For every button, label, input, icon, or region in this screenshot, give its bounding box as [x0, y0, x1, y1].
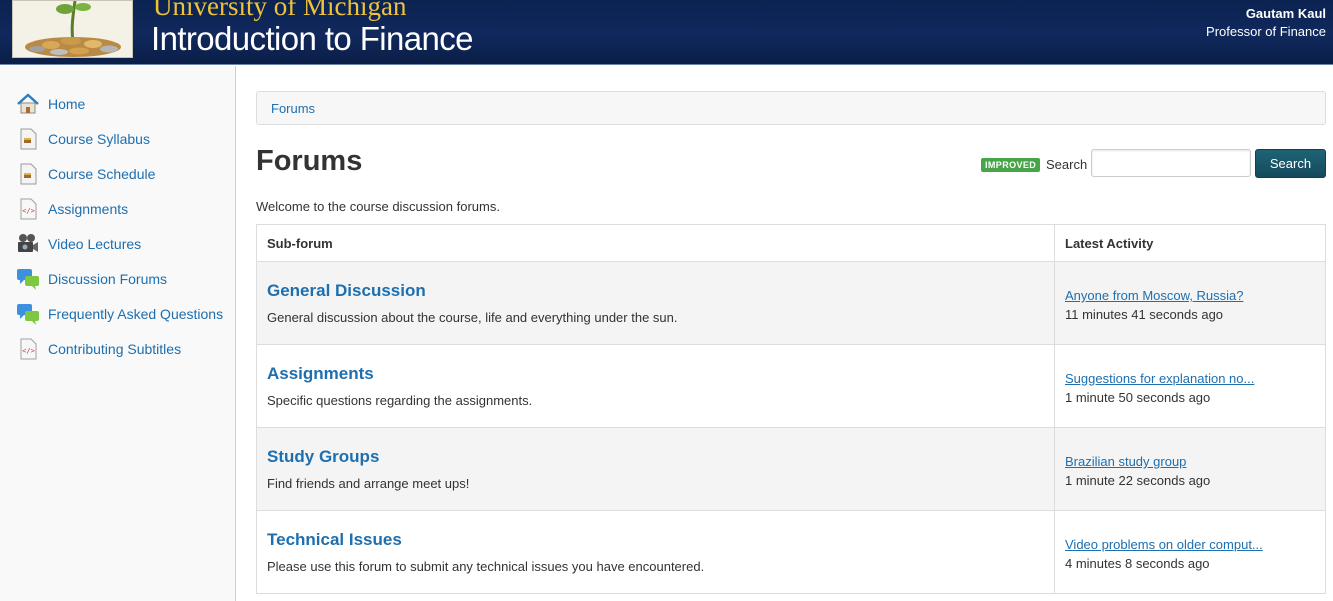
search-label: Search — [1046, 157, 1088, 172]
document-icon — [16, 162, 40, 186]
forum-table: Sub-forum Latest Activity General Discus… — [256, 224, 1326, 594]
latest-thread-link[interactable]: Suggestions for explanation no... — [1065, 371, 1315, 386]
forum-title-link[interactable]: Technical Issues — [267, 530, 1044, 550]
subforum-cell: Study Groups Find friends and arrange me… — [256, 427, 1055, 511]
svg-text:</>: </> — [22, 207, 35, 215]
sidebar-item-label: Assignments — [48, 201, 129, 217]
latest-activity-time: 1 minute 22 seconds ago — [1065, 473, 1211, 488]
sidebar-item-assignments[interactable]: </> Assignments — [16, 196, 128, 222]
sidebar-item-contributing-subtitles[interactable]: </> Contributing Subtitles — [16, 336, 181, 362]
sidebar-item-label: Course Syllabus — [48, 131, 150, 147]
search-button[interactable]: Search — [1255, 149, 1326, 178]
column-header-subforum: Sub-forum — [256, 224, 1055, 262]
latest-activity-cell: Video problems on older comput... 4 minu… — [1054, 510, 1326, 594]
table-row: Study Groups Find friends and arrange me… — [256, 427, 1326, 511]
latest-thread-link[interactable]: Anyone from Moscow, Russia? — [1065, 288, 1315, 303]
university-name: University of Michigan — [153, 0, 407, 21]
latest-activity-cell: Anyone from Moscow, Russia? 11 minutes 4… — [1054, 261, 1326, 345]
latest-thread-link[interactable]: Video problems on older comput... — [1065, 537, 1315, 552]
sidebar-item-label: Home — [48, 96, 86, 112]
forum-title-link[interactable]: Assignments — [267, 364, 1044, 384]
table-row: General Discussion General discussion ab… — [256, 261, 1326, 345]
chat-bubbles-icon — [16, 267, 40, 291]
breadcrumb: Forums — [256, 91, 1326, 125]
sidebar-item-course-schedule[interactable]: Course Schedule — [16, 161, 155, 187]
column-header-latest-activity: Latest Activity — [1054, 224, 1326, 262]
latest-activity-cell: Brazilian study group 1 minute 22 second… — [1054, 427, 1326, 511]
page-title: Forums — [256, 145, 363, 177]
forum-title-link[interactable]: General Discussion — [267, 281, 1044, 301]
user-role: Professor of Finance — [1206, 24, 1326, 39]
svg-text:</>: </> — [22, 347, 35, 355]
latest-activity-time: 4 minutes 8 seconds ago — [1065, 556, 1210, 571]
sidebar-nav: Home Course Syllabus Course Schedule </>… — [0, 66, 236, 601]
table-row: Technical Issues Please use this forum t… — [256, 510, 1326, 594]
home-icon — [16, 92, 40, 116]
forum-description: General discussion about the course, lif… — [267, 310, 678, 325]
forum-description: Specific questions regarding the assignm… — [267, 393, 533, 408]
subforum-cell: Assignments Specific questions regarding… — [256, 344, 1055, 428]
chat-bubbles-icon — [16, 302, 40, 326]
latest-activity-cell: Suggestions for explanation no... 1 minu… — [1054, 344, 1326, 428]
sidebar-item-label: Discussion Forums — [48, 271, 168, 287]
site-header: University of Michigan Introduction to F… — [0, 0, 1333, 65]
sidebar-item-label: Course Schedule — [48, 166, 156, 182]
user-name: Gautam Kaul — [1245, 6, 1326, 21]
sidebar-item-video-lectures[interactable]: Video Lectures — [16, 231, 141, 257]
video-camera-icon — [16, 232, 40, 256]
course-title[interactable]: Introduction to Finance — [151, 20, 474, 58]
sidebar-item-label: Contributing Subtitles — [48, 341, 182, 357]
document-icon — [16, 127, 40, 151]
table-row: Assignments Specific questions regarding… — [256, 344, 1326, 428]
subforum-cell: Technical Issues Please use this forum t… — [256, 510, 1055, 594]
code-file-icon: </> — [16, 337, 40, 361]
sidebar-item-label: Video Lectures — [48, 236, 142, 252]
search-input[interactable] — [1091, 149, 1251, 177]
sidebar-item-course-syllabus[interactable]: Course Syllabus — [16, 126, 150, 152]
sidebar-item-label: Frequently Asked Questions — [48, 306, 224, 322]
improved-badge: IMPROVED — [981, 158, 1041, 172]
table-header-row: Sub-forum Latest Activity — [256, 224, 1326, 262]
code-file-icon: </> — [16, 197, 40, 221]
latest-thread-link[interactable]: Brazilian study group — [1065, 454, 1315, 469]
forum-title-link[interactable]: Study Groups — [267, 447, 1044, 467]
course-logo[interactable] — [12, 0, 133, 58]
sidebar-item-discussion-forums[interactable]: Discussion Forums — [16, 266, 167, 292]
welcome-text: Welcome to the course discussion forums. — [256, 199, 500, 214]
latest-activity-time: 11 minutes 41 seconds ago — [1065, 307, 1224, 322]
latest-activity-time: 1 minute 50 seconds ago — [1065, 390, 1211, 405]
forum-description: Find friends and arrange meet ups! — [267, 476, 470, 491]
breadcrumb-forums-link[interactable]: Forums — [271, 101, 315, 116]
sidebar-item-faq[interactable]: Frequently Asked Questions — [16, 301, 223, 327]
sidebar-item-home[interactable]: Home — [16, 91, 85, 117]
forum-description: Please use this forum to submit any tech… — [267, 559, 705, 574]
subforum-cell: General Discussion General discussion ab… — [256, 261, 1055, 345]
